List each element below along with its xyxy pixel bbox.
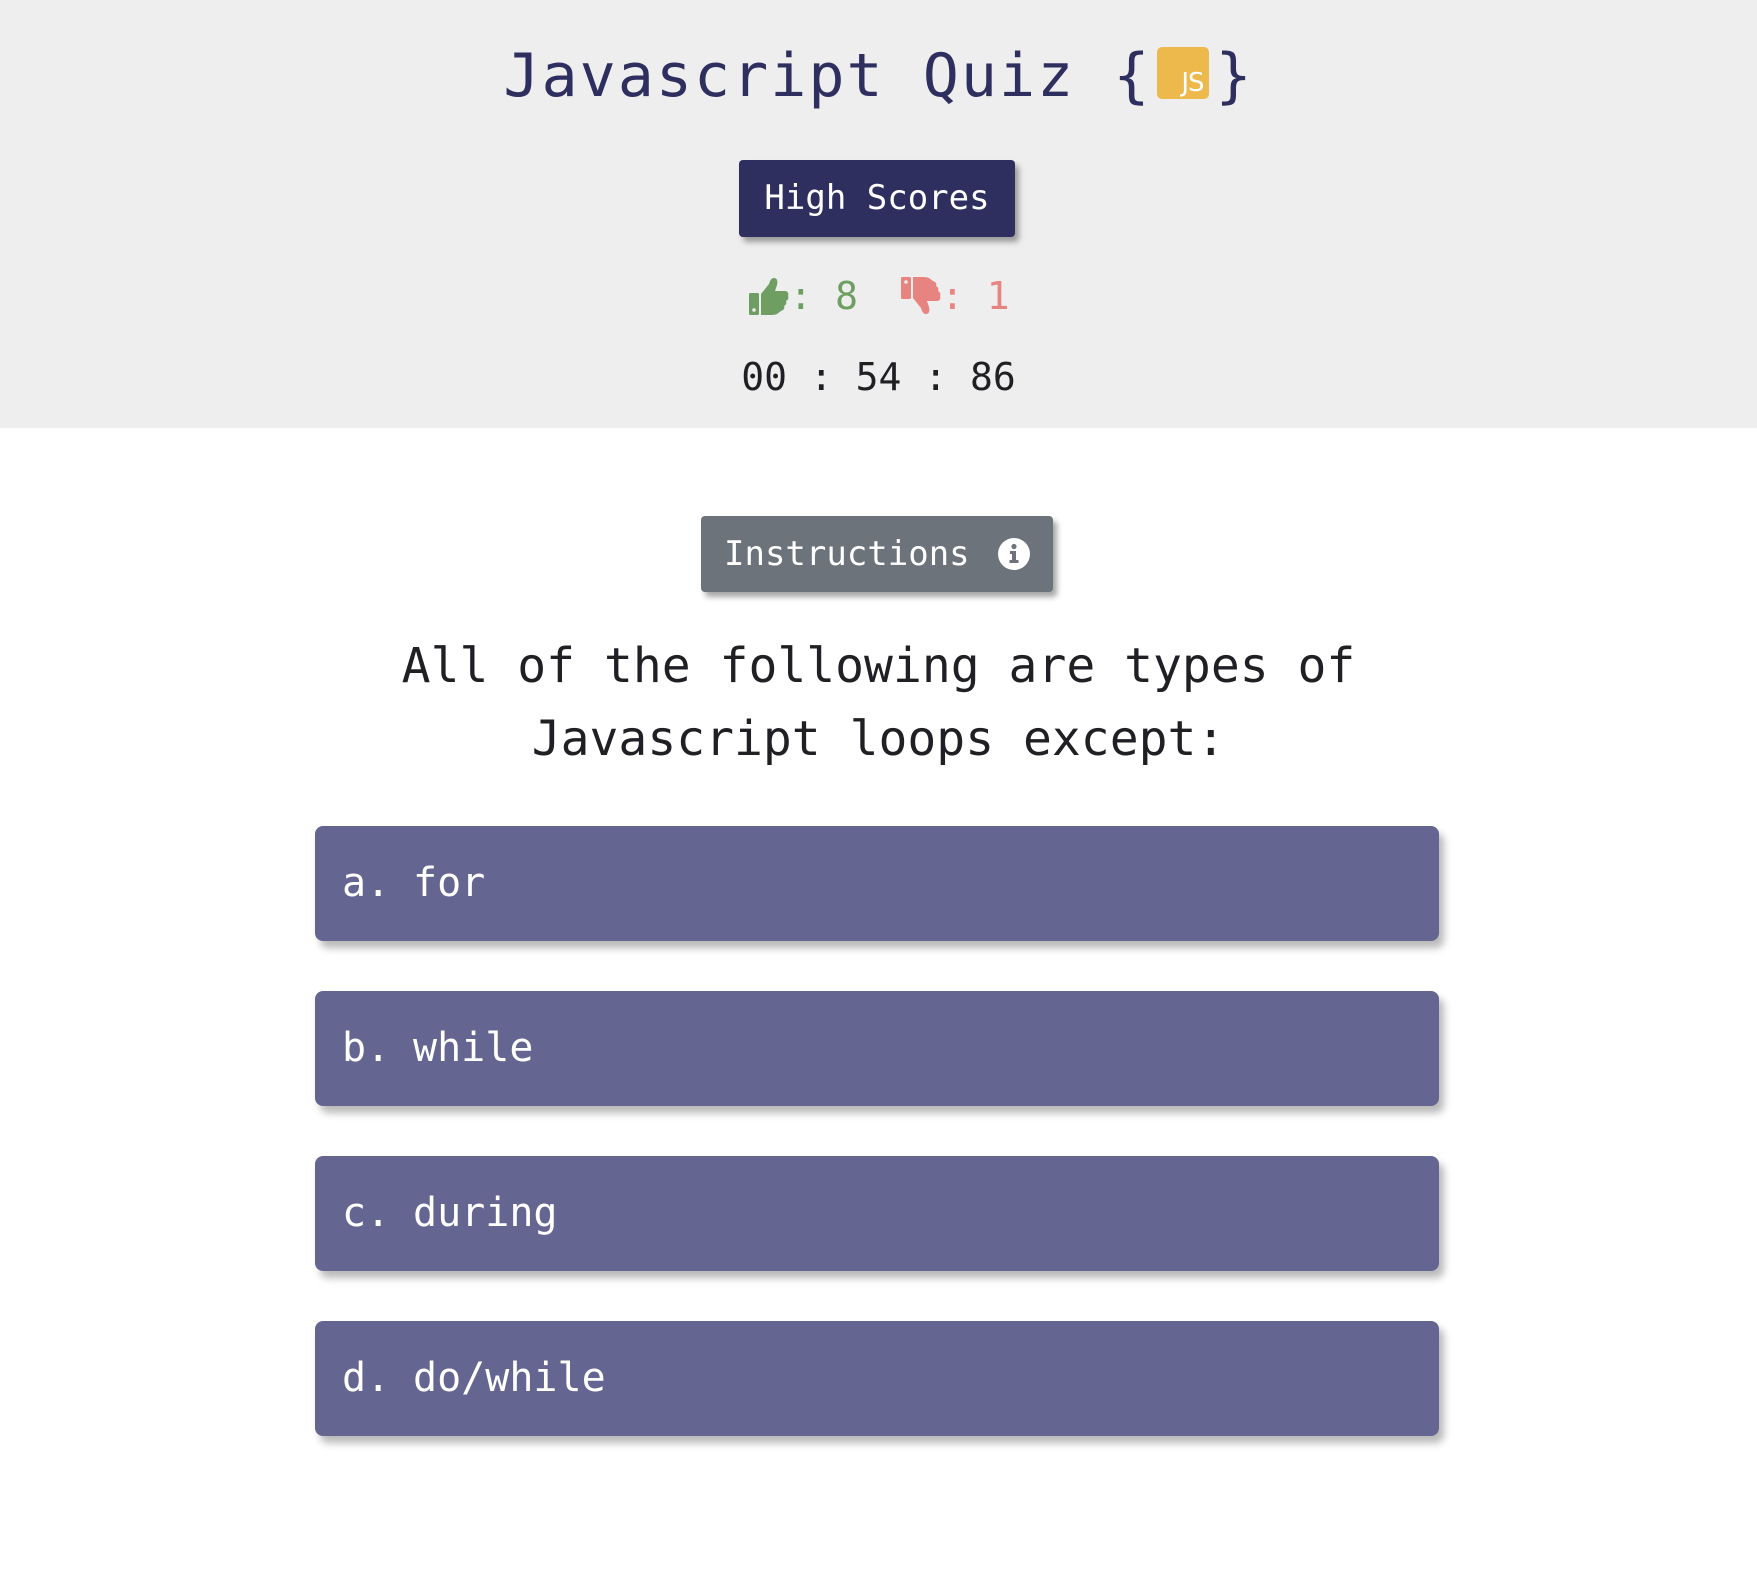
open-brace: { xyxy=(1113,41,1152,111)
instructions-button[interactable]: Instructions xyxy=(701,516,1053,592)
correct-value: 8 xyxy=(835,273,859,318)
js-logo-text: JS xyxy=(1181,68,1204,99)
answer-text: during xyxy=(413,1190,558,1236)
score-tally: : 8 : 1 xyxy=(0,264,1757,322)
thumbs-up-icon xyxy=(749,277,789,315)
answer-text: for xyxy=(413,860,486,906)
quiz-header: Javascript Quiz { JS} High Scores : 8 : 1… xyxy=(0,0,1757,428)
incorrect-value: 1 xyxy=(986,273,1010,318)
js-logo-icon: JS xyxy=(1157,47,1210,100)
answer-option-b[interactable]: b. while xyxy=(315,991,1439,1106)
title-text: Javascript Quiz xyxy=(503,41,1076,111)
answer-option-c[interactable]: c. during xyxy=(315,1156,1439,1271)
answer-option-a[interactable]: a. for xyxy=(315,826,1439,941)
info-icon xyxy=(998,538,1030,570)
answer-option-d[interactable]: d. do/while xyxy=(315,1321,1439,1436)
high-scores-button[interactable]: High Scores xyxy=(739,160,1015,237)
page-title: Javascript Quiz { JS} xyxy=(0,38,1757,114)
close-brace: } xyxy=(1215,41,1254,111)
answer-letter: d. xyxy=(342,1355,391,1401)
correct-separator: : xyxy=(789,273,813,318)
answer-letter: c. xyxy=(342,1190,391,1236)
answer-text: while xyxy=(413,1025,534,1071)
question-text: All of the following are types of Javasc… xyxy=(401,638,1356,767)
incorrect-count: : 1 xyxy=(899,267,1010,325)
timer-display: 00 : 54 : 86 xyxy=(741,355,1016,399)
thumbs-down-icon xyxy=(900,276,941,314)
instructions-label: Instructions xyxy=(724,534,970,574)
answer-letter: b. xyxy=(342,1025,391,1071)
correct-count: : 8 xyxy=(747,267,858,325)
answer-letter: a. xyxy=(342,860,391,906)
incorrect-separator: : xyxy=(940,273,964,318)
answer-text: do/while xyxy=(413,1355,606,1401)
